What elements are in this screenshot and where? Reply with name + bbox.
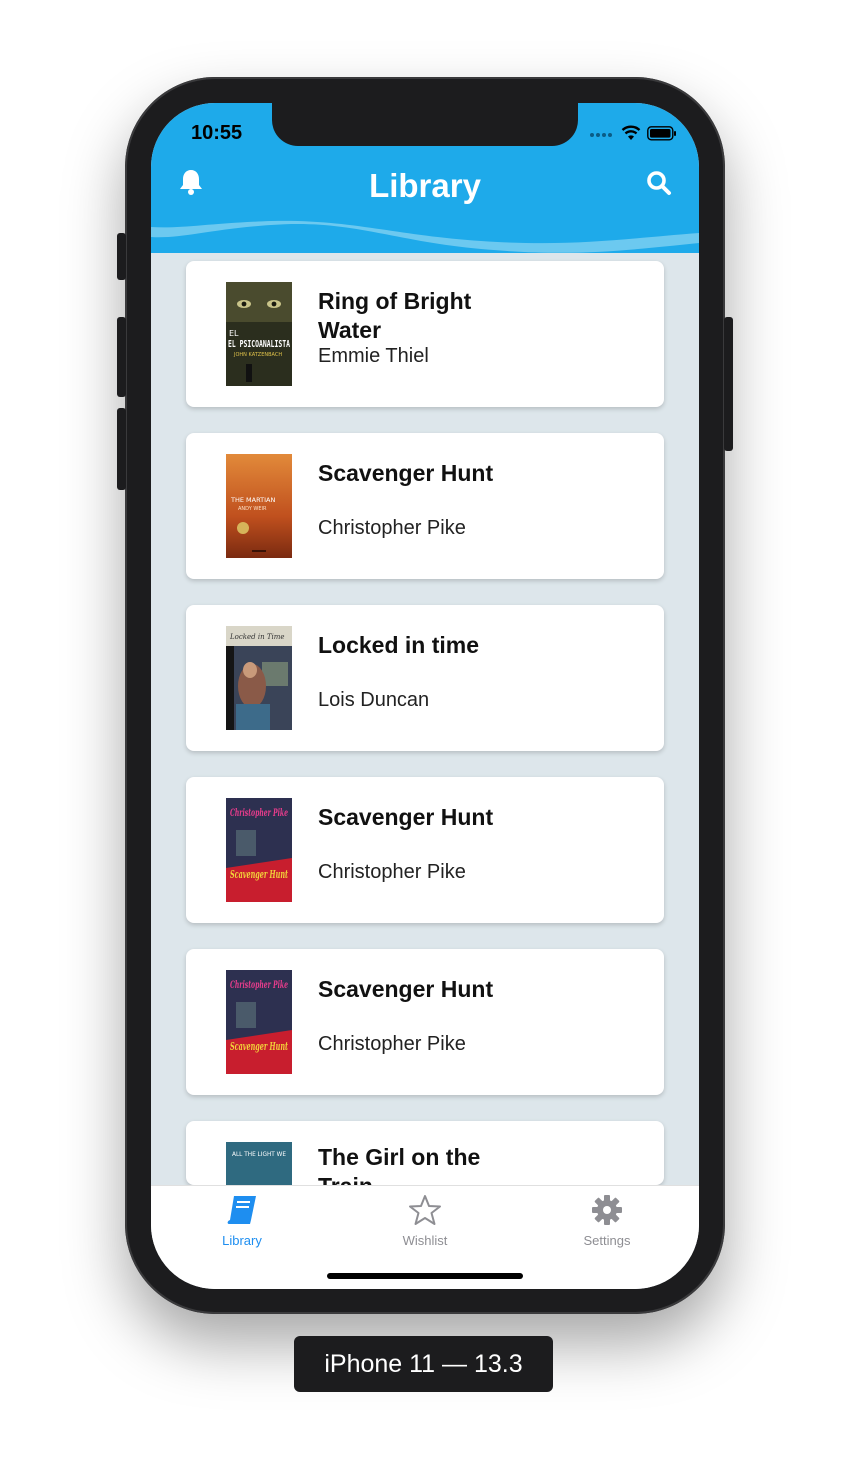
tab-library-label: Library: [222, 1233, 262, 1248]
book-title: Ring of Bright Water: [318, 288, 472, 343]
status-time: 10:55: [191, 122, 243, 144]
book-card[interactable]: ALL THE LIGHT WE The Girl on the Train: [186, 1121, 664, 1185]
svg-text:Scavenger Hunt: Scavenger Hunt: [230, 1040, 288, 1053]
book-author: Christopher Pike: [318, 517, 466, 539]
gear-icon: [592, 1195, 622, 1225]
notch: [272, 103, 578, 146]
volume-down-button: [117, 408, 126, 490]
home-indicator[interactable]: [327, 1273, 523, 1279]
app-screen: 10:55 Library EL EL PSICOANALISTA JOHN K…: [151, 103, 699, 1289]
svg-text:Christopher Pike: Christopher Pike: [230, 980, 288, 991]
tab-library[interactable]: Library: [182, 1194, 302, 1248]
book-cover-image: ALL THE LIGHT WE: [226, 1142, 292, 1185]
book-title: Scavenger Hunt: [318, 460, 494, 486]
svg-text:JOHN KATZENBACH: JOHN KATZENBACH: [233, 352, 282, 358]
tab-wishlist[interactable]: Wishlist: [365, 1194, 485, 1248]
svg-text:Scavenger Hunt: Scavenger Hunt: [230, 868, 288, 881]
tab-bar: Library Wishlist Settings: [151, 1185, 699, 1289]
battery-icon: [647, 125, 676, 141]
search-icon[interactable]: [646, 170, 672, 196]
book-title: The Girl on the Train: [318, 1144, 481, 1185]
book-cover-image: Locked in Time: [226, 626, 292, 730]
book-title: Locked in time: [318, 632, 480, 658]
svg-text:Locked in Time: Locked in Time: [229, 633, 285, 641]
svg-text:Christopher Pike: Christopher Pike: [230, 808, 288, 819]
book-title: Scavenger Hunt: [318, 804, 494, 830]
tab-wishlist-label: Wishlist: [402, 1233, 448, 1248]
svg-text:THE MARTIAN: THE MARTIAN: [230, 496, 275, 504]
tab-settings-label: Settings: [583, 1233, 631, 1248]
book-cover-image: Christopher Pike Scavenger Hunt: [226, 970, 292, 1074]
wifi-icon: [621, 125, 641, 140]
mute-switch: [117, 233, 126, 280]
svg-text:ANDY WEIR: ANDY WEIR: [238, 506, 267, 512]
book-card[interactable]: Christopher Pike Scavenger Hunt Scavenge…: [186, 949, 664, 1095]
svg-text:ALL THE LIGHT WE: ALL THE LIGHT WE: [232, 1150, 286, 1158]
svg-text:EL: EL: [229, 329, 239, 338]
power-button: [724, 317, 733, 451]
book-cover-image: EL EL PSICOANALISTA JOHN KATZENBACH: [226, 282, 292, 386]
book-title: Scavenger Hunt: [318, 976, 494, 1002]
book-cover-image: Christopher Pike Scavenger Hunt: [226, 798, 292, 902]
device-caption: iPhone 11 — 13.3: [294, 1336, 553, 1392]
book-card[interactable]: EL EL PSICOANALISTA JOHN KATZENBACH Ring…: [186, 261, 664, 407]
star-icon: [409, 1195, 441, 1225]
book-author: Christopher Pike: [318, 1033, 466, 1055]
cellular-signal-icon: [590, 133, 612, 137]
book-card[interactable]: Christopher Pike Scavenger Hunt Scavenge…: [186, 777, 664, 923]
book-icon: [227, 1196, 256, 1224]
page-title: Library: [369, 167, 481, 204]
notification-bell-icon[interactable]: [178, 168, 204, 196]
book-card[interactable]: THE MARTIAN ANDY WEIR Scavenger Hunt Chr…: [186, 433, 664, 579]
book-author: Christopher Pike: [318, 861, 466, 883]
book-list: EL EL PSICOANALISTA JOHN KATZENBACH Ring…: [186, 261, 664, 1185]
volume-up-button: [117, 317, 126, 397]
book-cover-image: THE MARTIAN ANDY WEIR: [226, 454, 292, 558]
book-author: Lois Duncan: [318, 689, 430, 711]
tab-settings[interactable]: Settings: [547, 1194, 667, 1248]
svg-text:EL PSICOANALISTA: EL PSICOANALISTA: [228, 339, 290, 350]
status-icons: [589, 125, 677, 141]
book-card[interactable]: Locked in Time Locked in time Lois Dunca…: [186, 605, 664, 751]
book-author: Emmie Thiel: [318, 345, 429, 367]
